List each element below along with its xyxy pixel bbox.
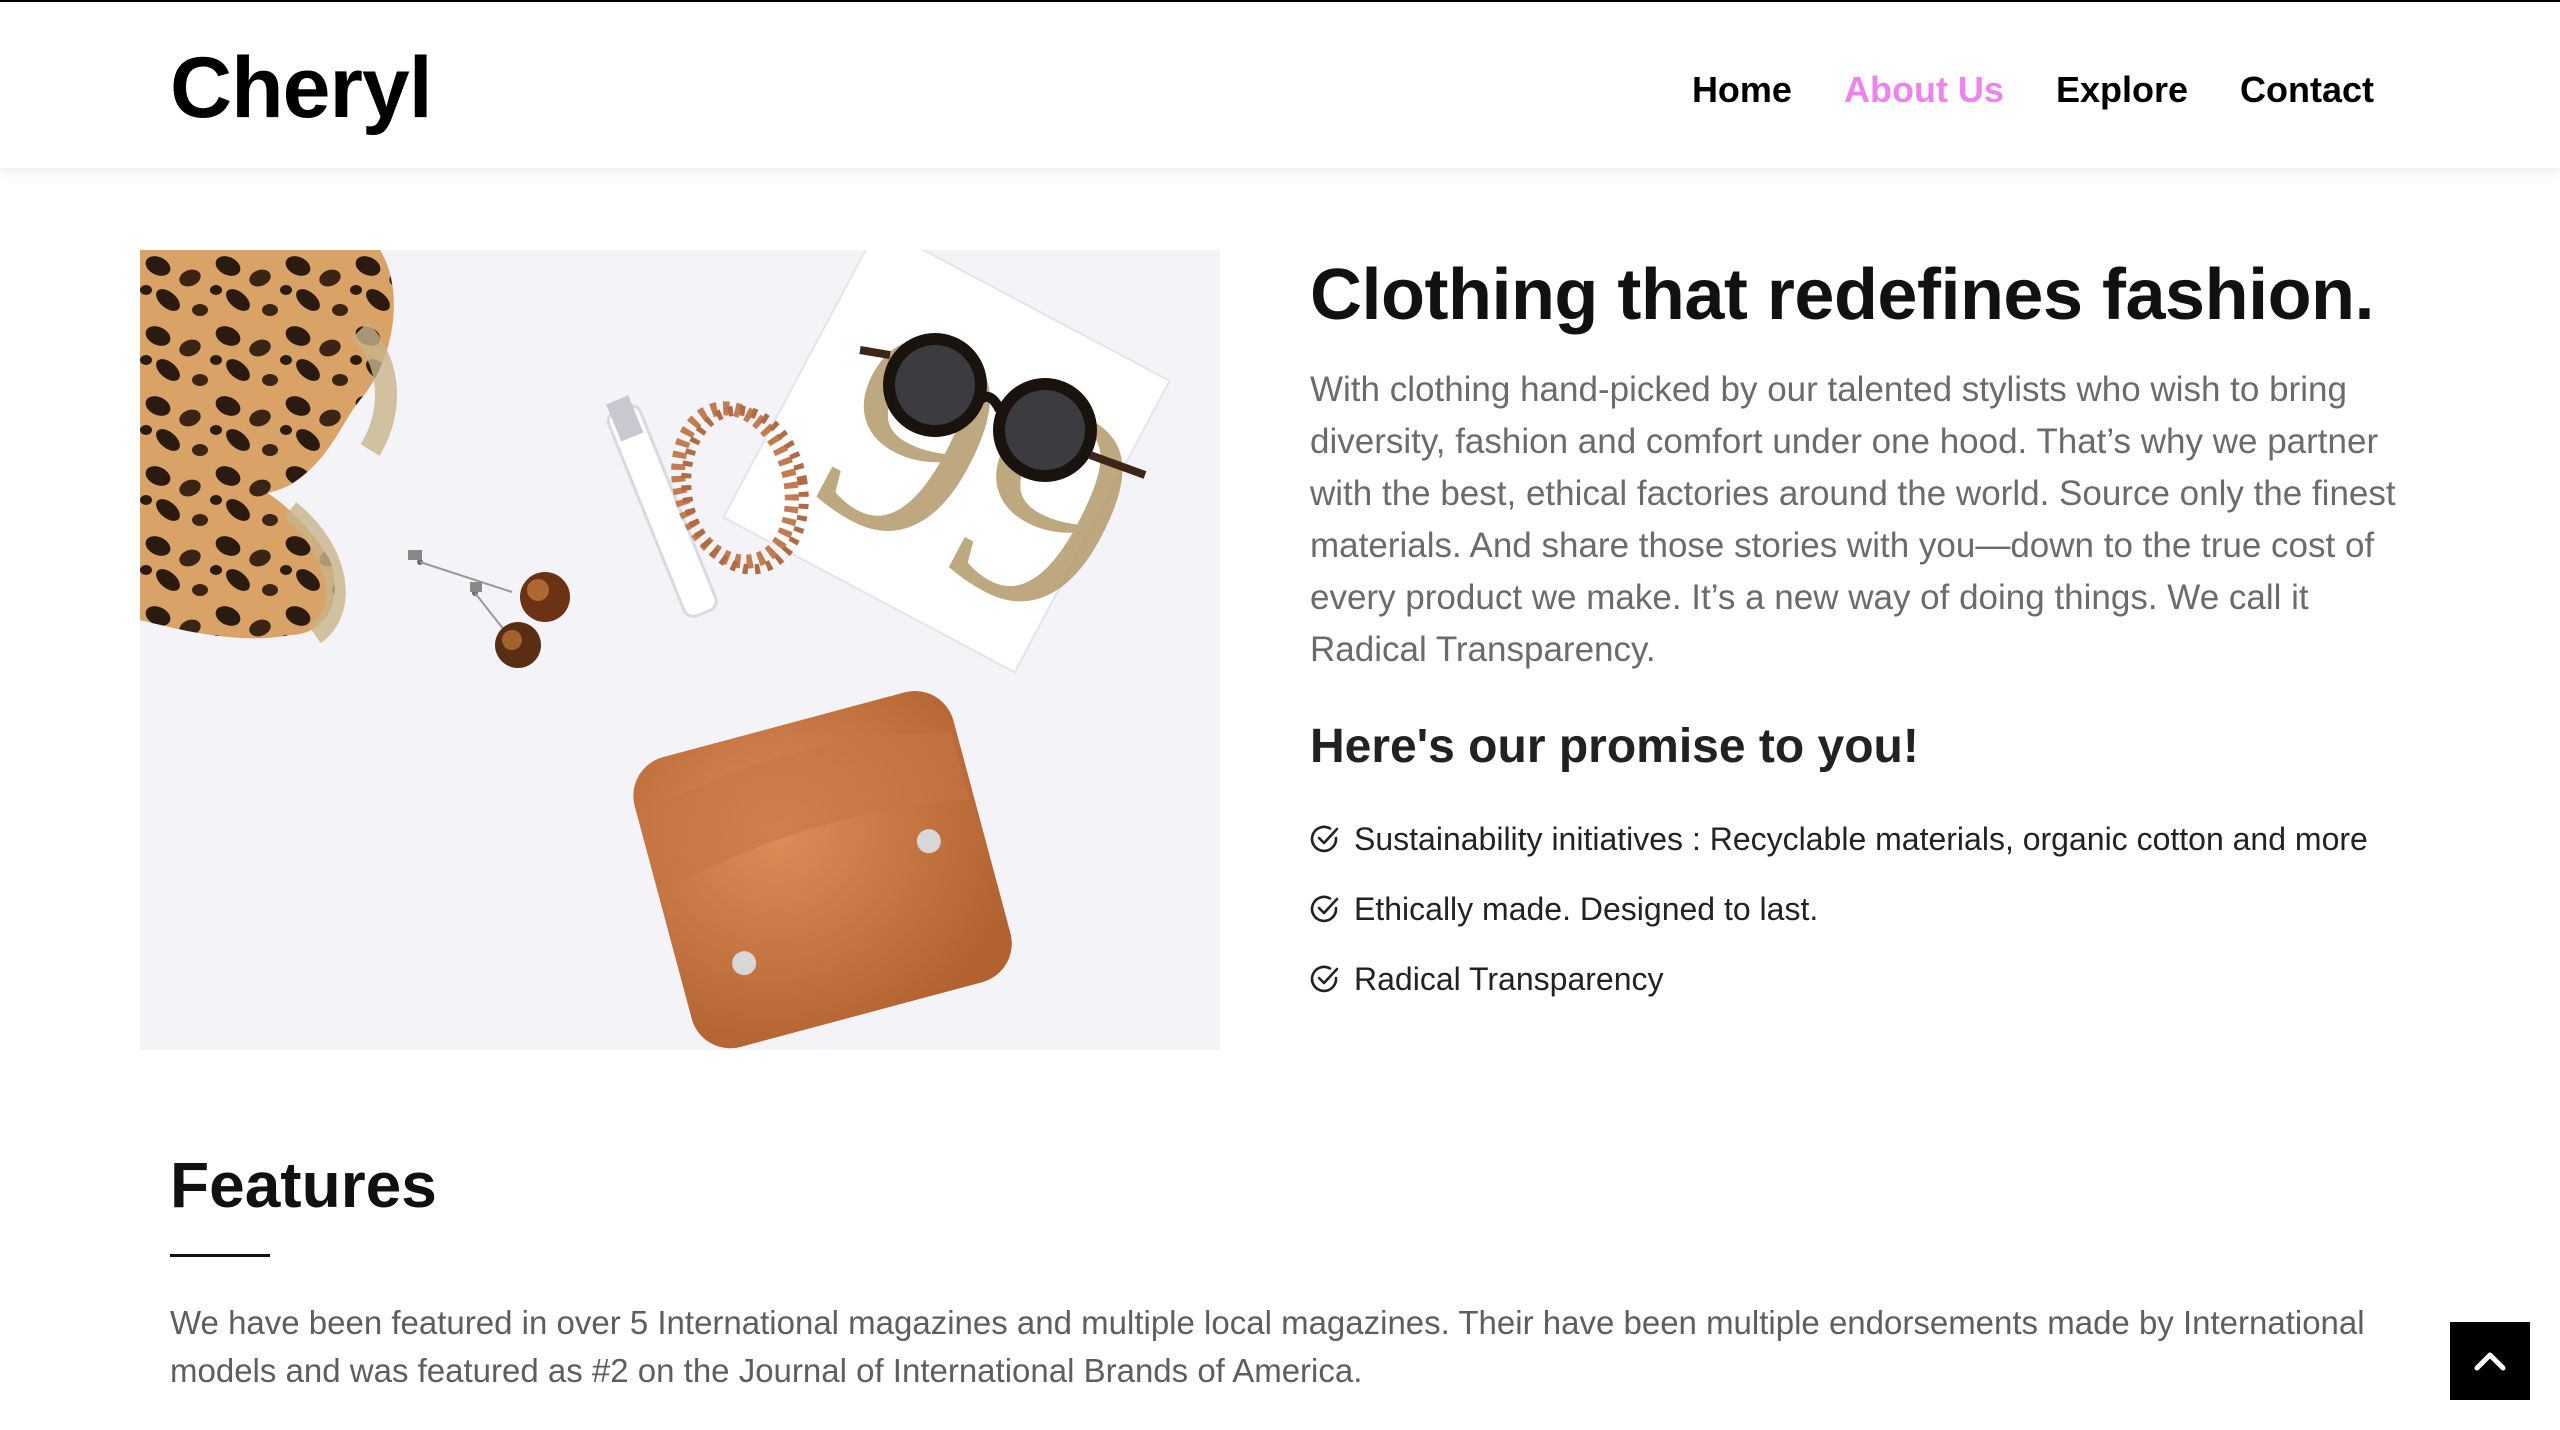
features-heading: Features xyxy=(170,1149,437,1221)
list-item: Sustainability initiatives : Recyclable … xyxy=(1310,804,2420,874)
features-text: We have been featured in over 5 Internat… xyxy=(170,1304,2365,1389)
features-divider xyxy=(170,1254,270,1257)
nav-explore-link[interactable]: Explore xyxy=(2056,62,2188,118)
promise-text: Sustainability initiatives : Recyclable … xyxy=(1354,820,2368,857)
back-to-top-button[interactable] xyxy=(2450,1322,2530,1400)
list-item: Radical Transparency xyxy=(1310,944,2420,1014)
chevron-up-icon xyxy=(2474,1352,2506,1371)
brand-logo[interactable]: Cheryl xyxy=(170,38,433,138)
features-section: Features We have been featured in over 5… xyxy=(170,1140,2410,1395)
promise-heading: Here's our promise to you! xyxy=(1310,720,1919,773)
about-heading: Clothing that redefines fashion. xyxy=(1310,255,2375,335)
nav-home-link[interactable]: Home xyxy=(1692,62,1792,118)
promise-text: Radical Transparency xyxy=(1354,960,1664,997)
check-circle-icon xyxy=(1310,895,1339,923)
check-circle-icon xyxy=(1310,965,1339,993)
nav-contact-link[interactable]: Contact xyxy=(2240,62,2374,118)
nav-about-link[interactable]: About Us xyxy=(1844,62,2004,118)
navbar: Cheryl Home About Us Explore Contact xyxy=(0,2,2560,168)
promise-text: Ethically made. Designed to last. xyxy=(1354,890,1819,927)
main-nav: Home About Us Explore Contact xyxy=(1692,62,2374,118)
list-item: Ethically made. Designed to last. xyxy=(1310,874,2420,944)
about-description: With clothing hand-picked by our talente… xyxy=(1310,370,2396,669)
about-section: Clothing that redefines fashion. With cl… xyxy=(1310,250,2420,1014)
hero-image: 99 xyxy=(140,250,1220,1050)
promise-list: Sustainability initiatives : Recyclable … xyxy=(1310,804,2420,1014)
check-circle-icon xyxy=(1310,825,1339,853)
